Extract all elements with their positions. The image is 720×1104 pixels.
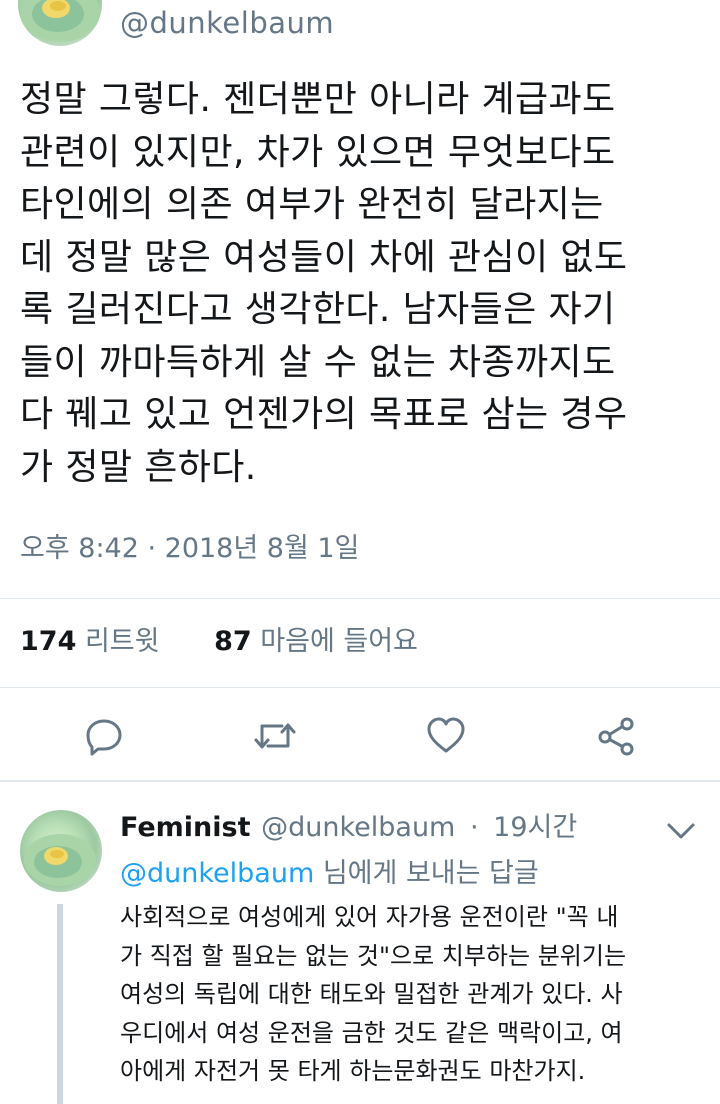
avatar-image [20, 0, 100, 42]
replying-to: @dunkelbaum 님에게 보내는 답글 [120, 856, 539, 892]
reply-display-name[interactable]: Feminist [120, 812, 251, 843]
like-count: 87 [214, 626, 252, 657]
heart-icon [427, 717, 465, 753]
reply-text-line: 우디에서 여성 운전을 금한 것도 같은 맥락이고, 여 [120, 1018, 623, 1047]
reply-text-line: 사회적으로 여성에게 있어 자가용 운전이란 "꼭 내 [120, 903, 619, 931]
like-stat[interactable]: 87 마음에 들어요 [214, 626, 418, 657]
divider [0, 598, 720, 599]
share-icon [598, 717, 634, 756]
avatar[interactable] [18, 0, 102, 46]
replying-to-handle[interactable]: @dunkelbaum [120, 858, 314, 889]
tweet-text-line: 데 정말 많은 여성들이 차에 관심이 없도 [20, 236, 628, 278]
divider [0, 687, 720, 688]
avatar-image [24, 834, 96, 886]
replying-to-suffix: 님에게 보내는 답글 [322, 858, 539, 889]
retweet-label: 리트윗 [84, 626, 160, 657]
reply-text-line: 여성의 독립에 대한 태도와 밀접한 관계가 있다. 사 [120, 980, 623, 1009]
reply-text-line: 아에게 자전거 못 타게 하는문화권도 마찬가지. [120, 1057, 586, 1086]
reply-icon [86, 719, 122, 756]
tweet-text-line: 정말 그렇다. 젠더뿐만 아니라 계급과도 [20, 79, 616, 120]
reply-handle[interactable]: @dunkelbaum [261, 812, 455, 843]
reply-text-line: 가 직접 할 필요는 없는 것"으로 치부하는 분위기는 [120, 941, 627, 970]
reply-button[interactable] [84, 716, 124, 756]
retweet-button[interactable] [252, 716, 298, 756]
chevron-down-icon [667, 823, 695, 839]
share-button[interactable] [596, 716, 636, 756]
like-button[interactable] [426, 716, 466, 756]
reply-header: Feminist @dunkelbaum · 19시간 [120, 810, 577, 846]
reply-text: 사회적으로 여성에게 있어 자가용 운전이란 "꼭 내 가 직접 할 필요는 없… [120, 898, 710, 1091]
reply-time[interactable]: 19시간 [493, 812, 577, 843]
retweet-icon [254, 723, 296, 749]
like-label: 마음에 들어요 [260, 626, 418, 657]
tweet-text: 정말 그렇다. 젠더뿐만 아니라 계급과도 관련이 있지만, 차가 있으면 무엇… [20, 74, 710, 494]
retweet-stat[interactable]: 174 리트윗 [20, 626, 168, 657]
tweet-text-line: 다 꿰고 있고 언젠가의 목표로 삼는 경우 [20, 394, 628, 435]
section-divider [0, 780, 720, 782]
tweet-text-line: 록 길러진다고 생각한다. 남자들은 자기 [20, 289, 616, 330]
tweet-text-line: 들이 까마득하게 살 수 없는 차종까지도 [20, 341, 616, 383]
tweet-text-line: 관련이 있지만, 차가 있으면 무엇보다도 [20, 131, 616, 173]
tweet-stats: 174 리트윗 87 마음에 들어요 [20, 624, 418, 660]
more-button[interactable] [664, 818, 698, 844]
reply-avatar[interactable] [20, 810, 102, 892]
tweet-text-line: 타인에의 의존 여부가 완전히 달라지는 [20, 184, 604, 225]
author-handle[interactable]: @dunkelbaum [120, 6, 334, 40]
separator: · [469, 812, 479, 843]
thread-line [57, 904, 63, 1104]
retweet-count: 174 [20, 626, 77, 657]
tweet-text-line: 가 정말 흔하다. [20, 446, 257, 488]
tweet-timestamp[interactable]: 오후 8:42 · 2018년 8월 1일 [20, 532, 359, 566]
